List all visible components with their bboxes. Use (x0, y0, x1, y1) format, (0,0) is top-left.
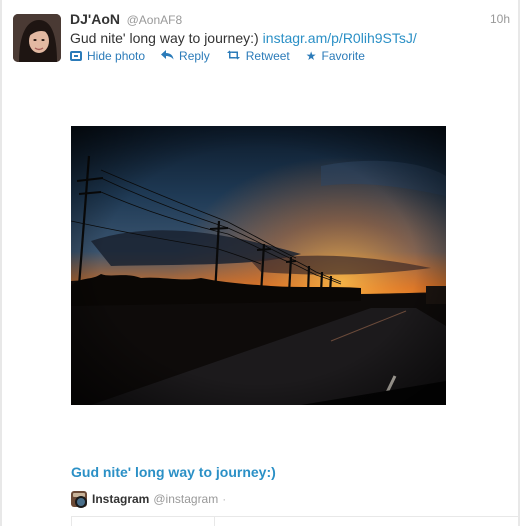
tweet-actions: Hide photo Reply Retweet ★ Favorite (70, 49, 381, 63)
tweet-photo[interactable] (71, 126, 446, 405)
tweet-header: DJ'AoN @AonAF8 10h (70, 11, 510, 29)
retweet-icon (226, 49, 241, 63)
retweet-button[interactable]: Retweet (226, 49, 290, 63)
card-title[interactable]: Gud nite' long way to journey:) (71, 464, 276, 480)
tweet-body: Gud nite' long way to journey:) (70, 30, 259, 46)
tweet-timestamp[interactable]: 10h (490, 12, 510, 26)
user-handle[interactable]: @AonAF8 (127, 13, 183, 27)
avatar[interactable] (13, 14, 61, 62)
user-avatar-icon (13, 14, 61, 62)
star-icon: ★ (305, 49, 317, 63)
instagram-camera-icon[interactable] (71, 491, 87, 508)
user-fullname[interactable]: DJ'AoN (70, 11, 120, 27)
source-name[interactable]: Instagram (92, 492, 149, 506)
tweet-link[interactable]: instagr.am/p/R0lih9STsJ/ (263, 30, 417, 46)
hide-photo-button[interactable]: Hide photo (70, 49, 145, 63)
source-separator: · (222, 492, 227, 506)
reply-label: Reply (179, 49, 210, 63)
sunset-road-photo (71, 126, 446, 405)
reply-button[interactable]: Reply (161, 49, 210, 63)
favorite-label: Favorite (321, 49, 365, 63)
tweet-text: Gud nite' long way to journey:) instagr.a… (70, 29, 510, 47)
stats-bar (71, 516, 520, 526)
left-border (0, 0, 2, 526)
stats-divider-left (71, 517, 72, 526)
stats-divider-mid (214, 517, 215, 526)
card-source: Instagram @instagram · (71, 490, 226, 508)
retweet-label: Retweet (245, 49, 290, 63)
reply-arrow-icon (161, 49, 174, 63)
photo-icon (70, 51, 82, 61)
source-handle[interactable]: @instagram (153, 492, 218, 506)
hide-photo-label: Hide photo (87, 49, 146, 63)
favorite-button[interactable]: ★ Favorite (306, 49, 365, 63)
